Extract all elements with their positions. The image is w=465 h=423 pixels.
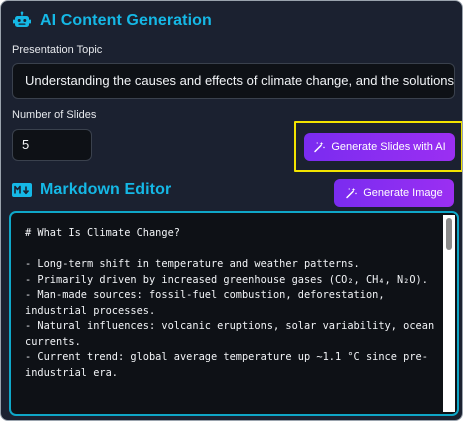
magic-wand-icon (346, 187, 357, 199)
panel-title: AI Content Generation (40, 12, 212, 29)
editor-scrollbar[interactable] (443, 215, 455, 412)
topic-label: Presentation Topic (12, 44, 103, 56)
generate-image-button[interactable]: Generate Image (334, 179, 454, 207)
markdown-editor-textarea[interactable]: # What Is Climate Change? - Long-term sh… (9, 211, 459, 416)
panel-header: AI Content Generation (12, 11, 212, 31)
ai-content-generation-panel: AI Content Generation Presentation Topic… (0, 0, 463, 421)
generate-slides-label: Generate Slides with AI (331, 141, 446, 153)
editor-scrollbar-thumb[interactable] (446, 218, 452, 250)
markdown-icon (12, 183, 32, 197)
magic-wand-icon (314, 141, 326, 153)
slides-count-label: Number of Slides (12, 109, 97, 121)
robot-icon (13, 11, 31, 27)
generate-slides-button[interactable]: Generate Slides with AI (304, 133, 455, 161)
markdown-content[interactable]: # What Is Climate Change? - Long-term sh… (25, 226, 435, 381)
markdown-editor-header: Markdown Editor (12, 181, 171, 199)
presentation-topic-input[interactable]: Understanding the causes and effects of … (12, 63, 455, 99)
generate-image-label: Generate Image (363, 187, 443, 199)
number-of-slides-input[interactable]: 5 (12, 129, 92, 161)
markdown-editor-title: Markdown Editor (40, 181, 172, 198)
